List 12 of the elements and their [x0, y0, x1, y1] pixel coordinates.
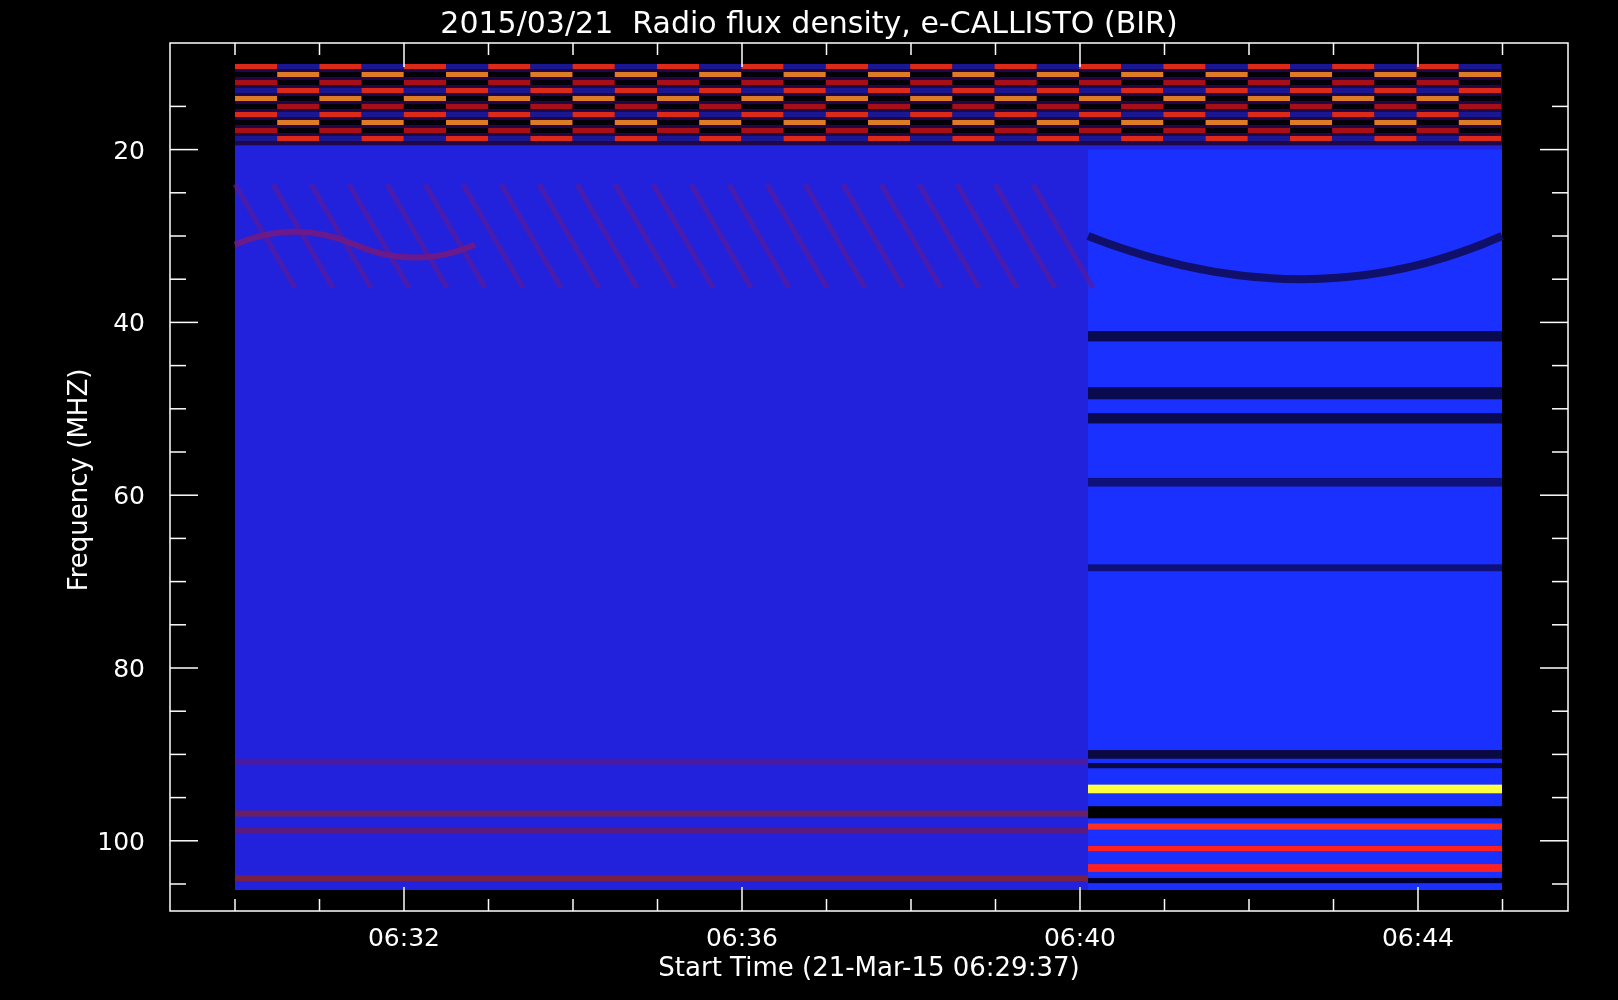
- y-tick-label: 60: [113, 481, 145, 511]
- y-tick-label: 100: [97, 826, 145, 856]
- y-tick-label: 80: [113, 654, 145, 683]
- y-tick-label: 20: [113, 135, 145, 165]
- y-tick-label: 40: [113, 308, 145, 338]
- x-tick-label: 06:40: [1044, 923, 1116, 952]
- x-tick-label: 06:36: [706, 923, 778, 952]
- x-tick-label: 06:32: [368, 923, 440, 952]
- chart-title: 2015/03/21 Radio flux density, e-CALLISTO (BIR): [440, 5, 1178, 40]
- x-axis-label: Start Time (21-Mar-15 06:29:37): [658, 952, 1080, 982]
- y-axis-label: Frequency (MHZ): [63, 368, 93, 592]
- x-tick-label: 06:44: [1382, 923, 1454, 952]
